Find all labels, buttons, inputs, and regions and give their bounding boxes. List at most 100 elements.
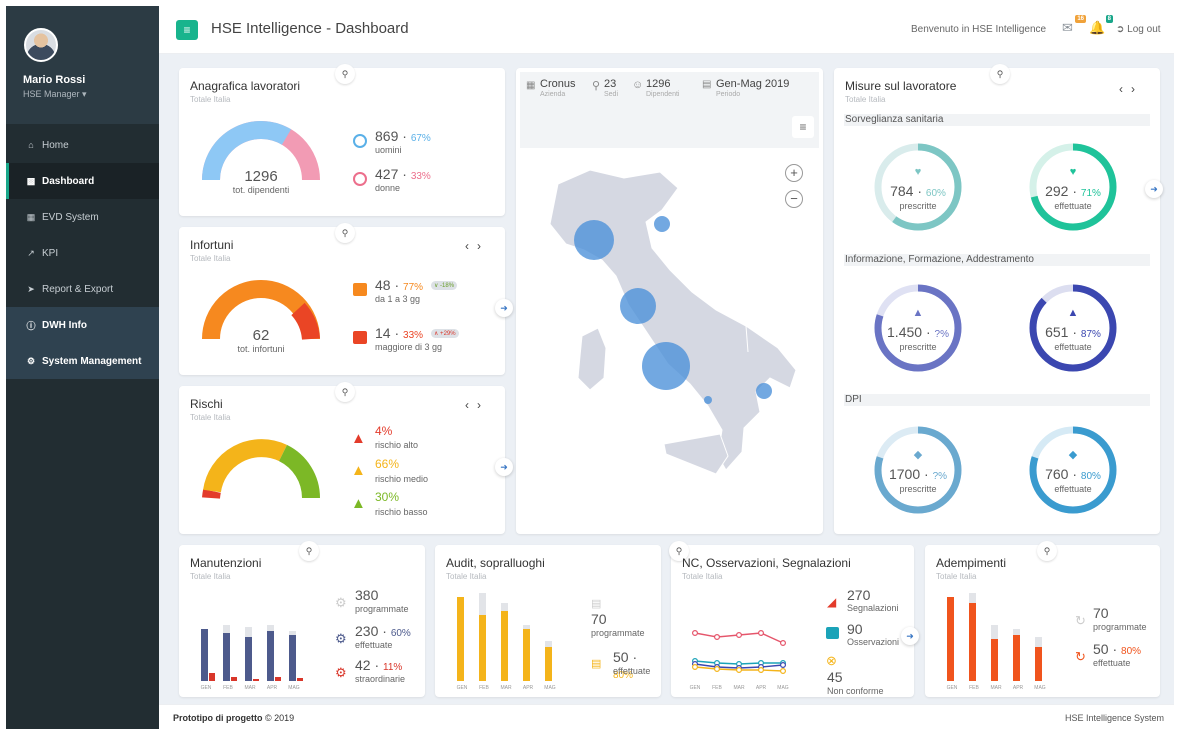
arrow-right-icon[interactable]: ➜ (901, 627, 919, 645)
location-pin-icon[interactable]: ⚲ (1037, 541, 1057, 561)
ring-value: 1.450 · ?% (887, 324, 949, 340)
site-bubble[interactable] (756, 383, 772, 399)
sidebar-item-dwh-info[interactable]: ⓘ DWH Info (6, 307, 159, 343)
prev-next-arrows[interactable]: ‹› (465, 239, 489, 253)
filter-icon[interactable]: ≡ (792, 116, 814, 138)
sidebar-item-home[interactable]: ⌂ Home (6, 127, 159, 163)
compliance-programmed-label: programmate (1093, 622, 1147, 632)
axis-tick-label: MAG (544, 685, 556, 691)
location-pin-icon[interactable]: ⚲ (335, 382, 355, 402)
italy-map[interactable] (520, 152, 819, 530)
graduation-cap-icon: ▲ (1068, 307, 1079, 319)
first-aid-icon (353, 283, 367, 296)
site-bubble[interactable] (574, 220, 614, 260)
axis-tick-label: MAG (288, 685, 300, 691)
calendar-icon: ▤ (702, 79, 712, 90)
card-subtitle: Totale Italia (936, 572, 977, 581)
company-value: Cronus (540, 78, 576, 90)
maint-programmed-label: programmate (355, 604, 409, 614)
bar (479, 615, 486, 681)
nc-lines: GEN FEB MAR APR MAG (690, 629, 789, 691)
sidebar-item-system-management[interactable]: ⚙ System Management (6, 343, 159, 379)
document-icon: ▤ (591, 658, 602, 670)
bar (991, 639, 998, 681)
refresh-icon: ↻ (1075, 649, 1086, 664)
injuries-long: 14 · 33% (375, 325, 424, 341)
men-count: 869 · 67% (375, 128, 431, 144)
axis-tick-label: APR (756, 685, 767, 691)
bar (457, 597, 464, 681)
series-point (735, 631, 742, 638)
injuries-short: 48 · 77% (375, 277, 424, 293)
logout-link[interactable]: ➲ Log out (1116, 24, 1161, 35)
audit-programmed-label: programmate (591, 628, 645, 638)
ring-label: prescritte (899, 342, 937, 352)
axis-tick-label: FEB (223, 685, 233, 691)
location-pin-icon[interactable]: ⚲ (335, 223, 355, 243)
card-subtitle: Totale Italia (682, 572, 723, 581)
ring-value: 292 · 71% (1045, 183, 1101, 199)
injuries-long-label: maggiore di 3 gg (375, 342, 443, 352)
arrow-right-icon[interactable]: ➜ (495, 458, 513, 476)
bar (223, 633, 230, 681)
card-manutenzioni: ⚲ Manutenzioni Totale Italia GEN FEB MAR AP… (179, 541, 425, 697)
card-anagrafica: ⚲ Anagrafica lavoratori Totale Italia 12… (179, 64, 505, 216)
mail-icon[interactable]: ✉ 16 (1062, 15, 1086, 36)
location-pin-icon[interactable]: ⚲ (335, 64, 355, 84)
user-name: Mario Rossi (23, 74, 86, 86)
nc-nonconform-label: Non conforme (827, 686, 884, 696)
card-infortuni: ⚲ Infortuni Totale Italia ‹› 62 tot. inf… (179, 223, 513, 375)
arrow-right-icon[interactable]: ➜ (1145, 180, 1163, 198)
avatar[interactable] (24, 28, 58, 62)
bell-icon[interactable]: 🔔 8 (1089, 15, 1113, 36)
zoom-in-button[interactable]: + (785, 164, 803, 182)
axis-tick-label: MAG (1034, 685, 1046, 691)
employees-label: Dipendenti (646, 91, 680, 98)
bar (231, 677, 237, 681)
series-point (691, 629, 699, 636)
sidebar-item-evd-system[interactable]: ▦ EVD System (6, 199, 159, 235)
bar (545, 647, 552, 681)
cancel-circle-icon: ⊗ (826, 653, 837, 668)
risk-medium-label: rischio medio (375, 474, 429, 484)
users-icon: ☺ (632, 79, 644, 91)
site-bubble[interactable] (642, 342, 690, 390)
warning-icon: ▲ (351, 495, 366, 512)
measures-rings: ♥ ♥ ▲ ▲ ◆ ◆ (874, 143, 1117, 514)
period-label: Periodo (716, 91, 741, 98)
series-point (779, 639, 786, 646)
card-misure: ⚲ Misure sul lavoratore Totale Italia ‹›… (834, 64, 1163, 534)
card-subtitle: Totale Italia (190, 95, 231, 104)
gear-icon: ⚙ (335, 595, 347, 610)
audit-done-label: effettuate (613, 666, 651, 676)
sites-label: Sedi (604, 91, 619, 98)
ring-value: 651 · 87% (1045, 324, 1101, 340)
logout-icon: ➲ (1116, 24, 1128, 35)
site-bubble[interactable] (704, 396, 712, 404)
send-icon: ➤ (27, 283, 35, 294)
series-point (779, 661, 786, 668)
document-icon: ▤ (591, 598, 602, 610)
sardinia (577, 327, 607, 391)
location-pin-icon[interactable]: ⚲ (299, 541, 319, 561)
nc-reports: 270 (847, 587, 871, 603)
sidebar-item-kpi[interactable]: ↗ KPI (6, 235, 159, 271)
bar (253, 679, 259, 681)
axis-tick-label: MAG (777, 685, 789, 691)
period-value: Gen-Mag 2019 (716, 78, 790, 90)
user-role-dropdown[interactable]: HSE Manager ▾ (23, 89, 87, 100)
arrow-right-icon[interactable]: ➜ (495, 299, 513, 317)
ring-label: effettuate (1054, 201, 1092, 211)
prev-next-arrows[interactable]: ‹› (465, 398, 489, 412)
bar (297, 678, 303, 681)
series-point (757, 629, 764, 636)
card-adempimenti: ⚲ Adempimenti Totale Italia GEN FEB MAR APR… (925, 541, 1160, 697)
site-bubble[interactable] (620, 288, 656, 324)
zoom-out-button[interactable]: − (785, 190, 803, 208)
site-bubble[interactable] (654, 216, 670, 232)
menu-toggle-button[interactable]: ≡ (176, 20, 198, 40)
sidebar-item-dashboard[interactable]: ▩ Dashboard (6, 163, 159, 199)
sidebar-item-report-export[interactable]: ➤ Report & Export (6, 271, 159, 307)
axis-tick-label: FEB (712, 685, 722, 691)
card-audit: Audit, sopralluoghi Totale Italia GEN FEB… (435, 545, 661, 697)
